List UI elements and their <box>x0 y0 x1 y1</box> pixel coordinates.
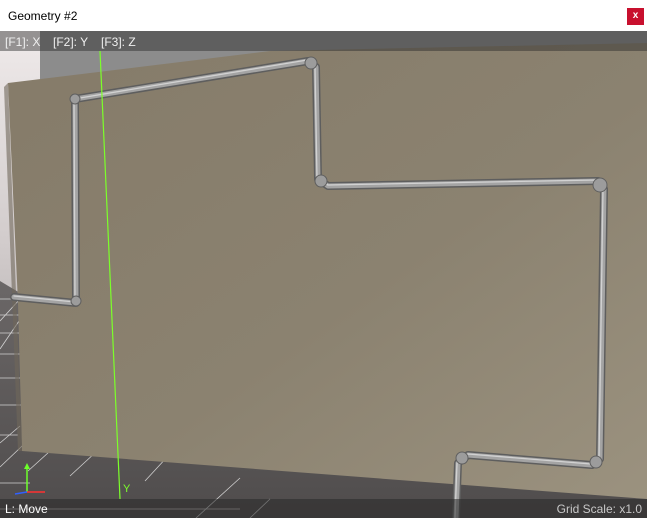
status-bar: L: Move Grid Scale: x1.0 <box>0 499 647 518</box>
mode-indicator: L: Move <box>5 502 48 516</box>
hotkey-y[interactable]: [F2]: Y <box>53 35 88 49</box>
grid-scale-indicator: Grid Scale: x1.0 <box>556 502 642 516</box>
scene-render[interactable] <box>0 31 647 518</box>
hotkey-z[interactable]: [F3]: Z <box>101 35 136 49</box>
axis-y-label: Y <box>123 483 131 495</box>
geometry-window: Geometry #2 x Y [F1]: X [F2]: Y [F3]: Z … <box>0 0 647 518</box>
title-bar[interactable]: Geometry #2 x <box>0 0 647 31</box>
hotkey-x[interactable]: [F1]: X <box>5 35 40 49</box>
hotkey-bar: [F1]: X [F2]: Y [F3]: Z <box>0 31 647 51</box>
close-button[interactable]: x <box>627 8 644 25</box>
window-title: Geometry #2 <box>8 9 78 23</box>
wall <box>8 43 647 499</box>
3d-viewport[interactable]: Y [F1]: X [F2]: Y [F3]: Z L: Move Grid S… <box>0 31 647 518</box>
